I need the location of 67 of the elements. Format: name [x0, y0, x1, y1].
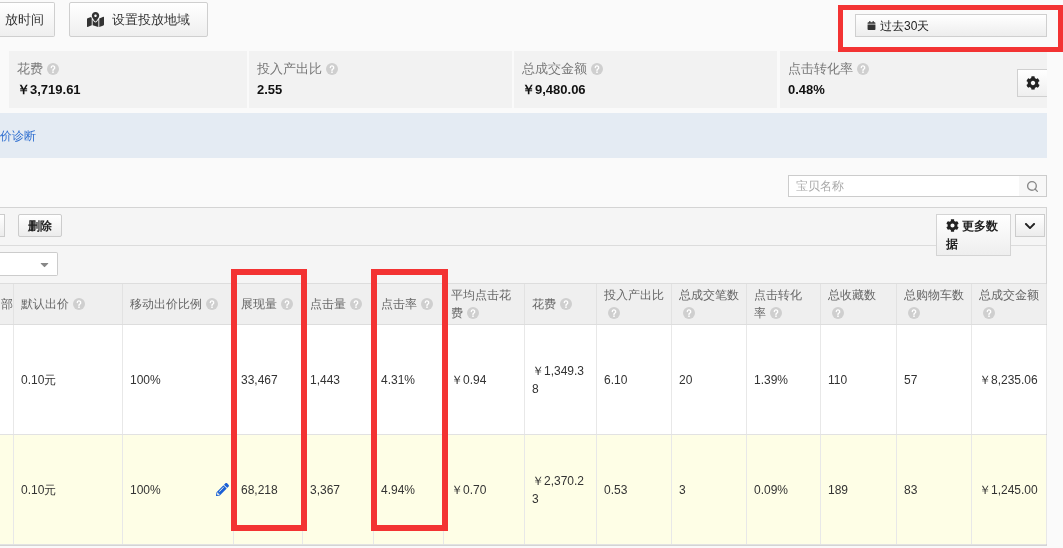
metric-label: 点击转化率: [788, 61, 853, 76]
column-header: 总成交笔数: [679, 288, 739, 302]
table-cell-text: 1,443: [310, 371, 341, 389]
table-cell-text: 0.09%: [754, 481, 789, 499]
map-pin-icon: [87, 11, 104, 28]
table-cell-text: 57: [904, 371, 918, 389]
help-icon: [47, 63, 59, 75]
column-header: 平均点击花费: [451, 288, 511, 320]
column-header: 部: [1, 297, 13, 311]
dropdown-button[interactable]: [1015, 214, 1045, 237]
table-cell-text: 3: [679, 481, 686, 499]
metric-label: 总成交金额: [522, 61, 587, 76]
column-header: 点击量: [310, 297, 346, 311]
calendar-icon: [867, 21, 876, 30]
table-cell-text: 3,367: [310, 481, 341, 499]
toolbar-button[interactable]: 放时间: [0, 2, 55, 37]
column-header: 点击转化率: [754, 288, 802, 320]
pencil-icon[interactable]: [216, 483, 229, 496]
table-cell-text: ￥8,235.06: [979, 371, 1038, 389]
delete-button[interactable]: 删除: [18, 214, 62, 237]
table-cell-text: 20: [679, 371, 693, 389]
help-icon: [326, 63, 338, 75]
table-cell-text: 110: [828, 371, 848, 389]
date-range-button[interactable]: 过去30天: [855, 14, 1047, 37]
column-header: 总购物车数: [904, 288, 964, 302]
help-icon: [857, 63, 869, 75]
table-cell-text: ￥2,370.23: [532, 472, 586, 508]
table-cell-text: 1.39%: [754, 371, 789, 389]
table-row[interactable]: 0.10元 100% 68,218 3,367 4.94% ￥0.70 ￥2,370.23 0.53 3 0.09% 189 83 ￥1,245.00: [0, 435, 1046, 545]
column-header: 投入产出比: [604, 288, 664, 302]
table-row[interactable]: 0.10元 100% 33,467 1,443 4.31% ￥0.94 ￥1,349.38 6.10 20 1.39% 110 57 ￥8,235.06: [0, 325, 1046, 435]
column-header: 花费: [532, 297, 556, 311]
settings-button[interactable]: [1017, 69, 1047, 97]
column-header: 总成交金额: [979, 288, 1039, 302]
table-cell-text: 0.53: [604, 481, 628, 499]
column-header: 展现量: [241, 297, 277, 311]
table-cell-text: 100%: [130, 481, 161, 499]
metric-value: 0.48%: [788, 81, 826, 99]
more-data-button[interactable]: 更多数据: [936, 214, 1011, 256]
table-cell-text: 0.10元: [21, 481, 57, 499]
diagnosis-link[interactable]: 价诊断: [0, 126, 36, 145]
table-cell-text: 4.94%: [381, 481, 416, 499]
table-cell-text: ￥0.70: [451, 481, 487, 499]
table-cell-text: 4.31%: [381, 371, 416, 389]
metric-label: 投入产出比: [257, 61, 322, 76]
table-cell-text: 0.10元: [21, 371, 57, 389]
settings-icon: [946, 219, 959, 232]
column-header: 总收藏数: [828, 288, 876, 302]
metric-label: 花费: [17, 61, 43, 76]
table-cell-text: ￥0.94: [451, 371, 487, 389]
toolbar-button[interactable]: 设置投放地域: [69, 2, 208, 37]
table-cell-text: ￥1,245.00: [979, 481, 1038, 499]
column-header: 点击率: [381, 297, 417, 311]
table-cell-text: 83: [904, 481, 918, 499]
metric-value: ￥3,719.61: [17, 81, 81, 99]
table-cell-text: 68,218: [241, 481, 278, 499]
table-cell-text: 100%: [130, 371, 161, 389]
table-cell-text: 6.10: [604, 371, 628, 389]
metric-value: 2.55: [257, 81, 284, 99]
table-cell-text: 33,467: [241, 371, 278, 389]
table-cell-text: ￥1,349.38: [532, 362, 586, 398]
help-icon: [591, 63, 603, 75]
table-cell-text: 189: [828, 481, 849, 499]
column-header: 移动出价比例: [130, 297, 202, 311]
metric-value: ￥9,480.06: [522, 81, 587, 99]
settings-icon: [1025, 76, 1040, 90]
column-header: 默认出价: [21, 297, 69, 311]
